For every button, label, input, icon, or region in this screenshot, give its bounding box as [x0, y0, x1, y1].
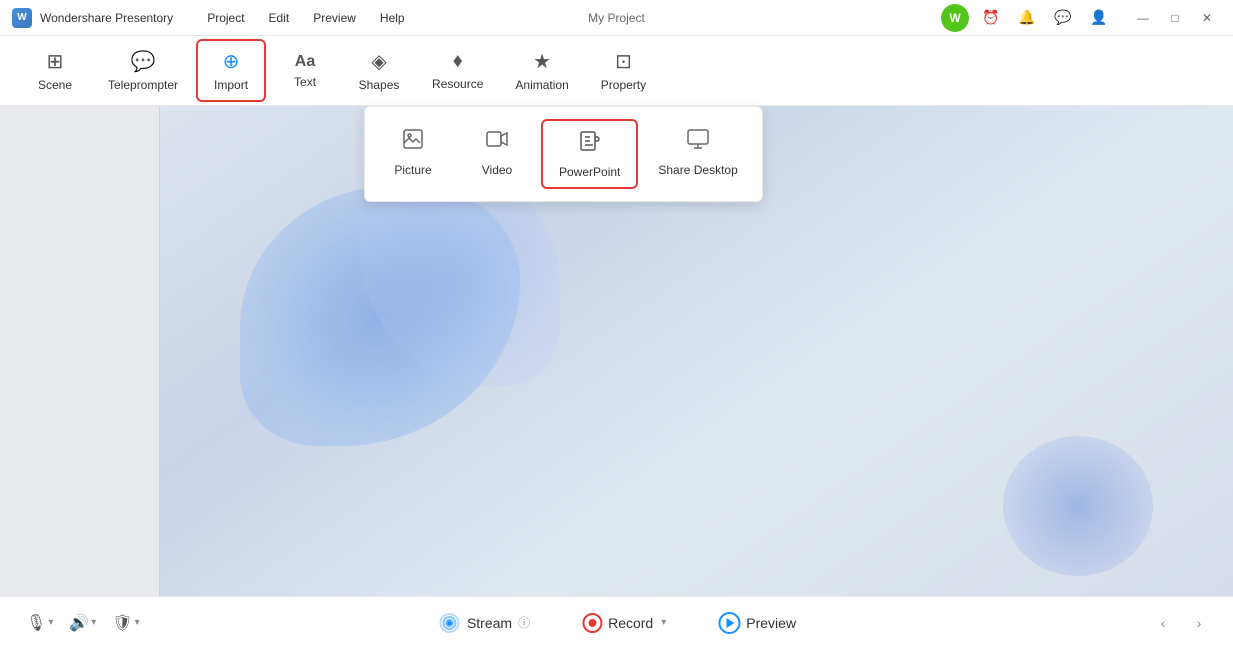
import-dropdown: Picture Video Pow — [364, 106, 763, 202]
stream-info-icon: ⓘ — [518, 614, 530, 631]
bottom-left-controls: 🎙 ▾ 🔊 ▾ 🛡 ▾ — [20, 609, 146, 637]
menu-help[interactable]: Help — [370, 7, 415, 29]
nav-prev-button[interactable]: ‹ — [1149, 609, 1177, 637]
record-label: Record — [608, 615, 653, 631]
user-icon[interactable]: W — [941, 4, 969, 32]
dropdown-video[interactable]: Video — [457, 119, 537, 189]
app-name: Wondershare Presentory — [40, 11, 173, 25]
picture-label: Picture — [394, 163, 431, 177]
toolbar-scene[interactable]: ⊞ Scene — [20, 41, 90, 100]
record-button[interactable]: Record ▾ — [570, 605, 678, 641]
toolbar-text[interactable]: Aa Text — [270, 45, 340, 97]
project-name: My Project — [588, 11, 645, 25]
nav-next-button[interactable]: › — [1185, 609, 1213, 637]
toolbar-resource[interactable]: ♦ Resource — [418, 42, 497, 99]
left-panel — [0, 106, 160, 596]
chat-icon[interactable]: 💬 — [1049, 4, 1077, 32]
dropdown-share-desktop[interactable]: Share Desktop — [642, 119, 753, 189]
minimize-button[interactable]: — — [1129, 4, 1157, 32]
title-bar-menu: Project Edit Preview Help — [197, 7, 414, 29]
share-desktop-icon — [686, 127, 710, 157]
dropdown-picture[interactable]: Picture — [373, 119, 453, 189]
stream-label: Stream — [467, 615, 512, 631]
mic-chevron: ▾ — [48, 617, 53, 628]
toolbar-animation[interactable]: ★ Animation — [501, 41, 582, 100]
mic-icon: 🎙 — [26, 613, 46, 633]
toolbar-teleprompter[interactable]: 💬 Teleprompter — [94, 41, 192, 100]
notification-icon[interactable]: 🔔 — [1013, 4, 1041, 32]
preview-label: Preview — [746, 615, 796, 631]
text-label: Text — [294, 75, 316, 89]
bottom-bar: 🎙 ▾ 🔊 ▾ 🛡 ▾ Stream ⓘ — [0, 596, 1233, 648]
toolbar-property[interactable]: ⊡ Property — [587, 41, 660, 100]
mic-control[interactable]: 🎙 ▾ — [20, 609, 59, 637]
volume-chevron: ▾ — [91, 617, 96, 628]
shapes-label: Shapes — [359, 78, 400, 92]
teleprompter-label: Teleprompter — [108, 78, 178, 92]
video-label: Video — [482, 163, 512, 177]
bottom-center-controls: Stream ⓘ Record ▾ Preview — [421, 603, 812, 643]
clock-icon[interactable]: ⏰ — [977, 4, 1005, 32]
dropdown-powerpoint[interactable]: PowerPoint — [541, 119, 638, 189]
teleprompter-icon: 💬 — [131, 49, 156, 74]
text-icon: Aa — [295, 53, 315, 71]
powerpoint-icon — [578, 129, 602, 159]
menu-project[interactable]: Project — [197, 7, 254, 29]
preview-icon — [718, 612, 740, 634]
profile-icon[interactable]: 👤 — [1085, 4, 1113, 32]
bottom-right-controls: ‹ › — [1149, 609, 1213, 637]
decorative-blob-3 — [1003, 436, 1153, 576]
toolbar: ⊞ Scene 💬 Teleprompter ⊕ Import Aa Text … — [0, 36, 1233, 106]
shapes-icon: ◈ — [371, 49, 386, 74]
picture-icon — [401, 127, 425, 157]
app-logo: W — [12, 8, 32, 28]
stream-button[interactable]: Stream ⓘ — [421, 603, 546, 643]
toolbar-import[interactable]: ⊕ Import — [196, 39, 266, 102]
resource-label: Resource — [432, 77, 483, 91]
record-chevron: ▾ — [661, 617, 666, 628]
share-desktop-label: Share Desktop — [658, 163, 737, 177]
video-icon — [485, 127, 509, 157]
scene-icon: ⊞ — [47, 49, 64, 74]
title-bar-right: W ⏰ 🔔 💬 👤 — □ ✕ — [941, 4, 1221, 32]
scene-label: Scene — [38, 78, 72, 92]
maximize-button[interactable]: □ — [1161, 4, 1189, 32]
property-icon: ⊡ — [615, 49, 632, 74]
import-label: Import — [214, 78, 248, 92]
animation-label: Animation — [515, 78, 568, 92]
shield-control[interactable]: 🛡 ▾ — [106, 609, 145, 637]
record-icon — [582, 613, 602, 633]
menu-edit[interactable]: Edit — [259, 7, 300, 29]
stream-icon — [437, 611, 461, 635]
close-button[interactable]: ✕ — [1193, 4, 1221, 32]
volume-icon: 🔊 — [69, 613, 89, 633]
import-icon: ⊕ — [223, 49, 240, 74]
title-bar: W Wondershare Presentory Project Edit Pr… — [0, 0, 1233, 36]
shield-icon: 🛡 — [112, 613, 132, 633]
window-controls: — □ ✕ — [1129, 4, 1221, 32]
title-bar-left: W Wondershare Presentory Project Edit Pr… — [12, 7, 415, 29]
menu-preview[interactable]: Preview — [303, 7, 366, 29]
toolbar-shapes[interactable]: ◈ Shapes — [344, 41, 414, 100]
animation-icon: ★ — [533, 49, 551, 74]
resource-icon: ♦ — [453, 50, 463, 73]
shield-chevron: ▾ — [135, 617, 140, 628]
preview-button[interactable]: Preview — [702, 604, 812, 642]
powerpoint-label: PowerPoint — [559, 165, 620, 179]
property-label: Property — [601, 78, 646, 92]
volume-control[interactable]: 🔊 ▾ — [63, 609, 102, 637]
